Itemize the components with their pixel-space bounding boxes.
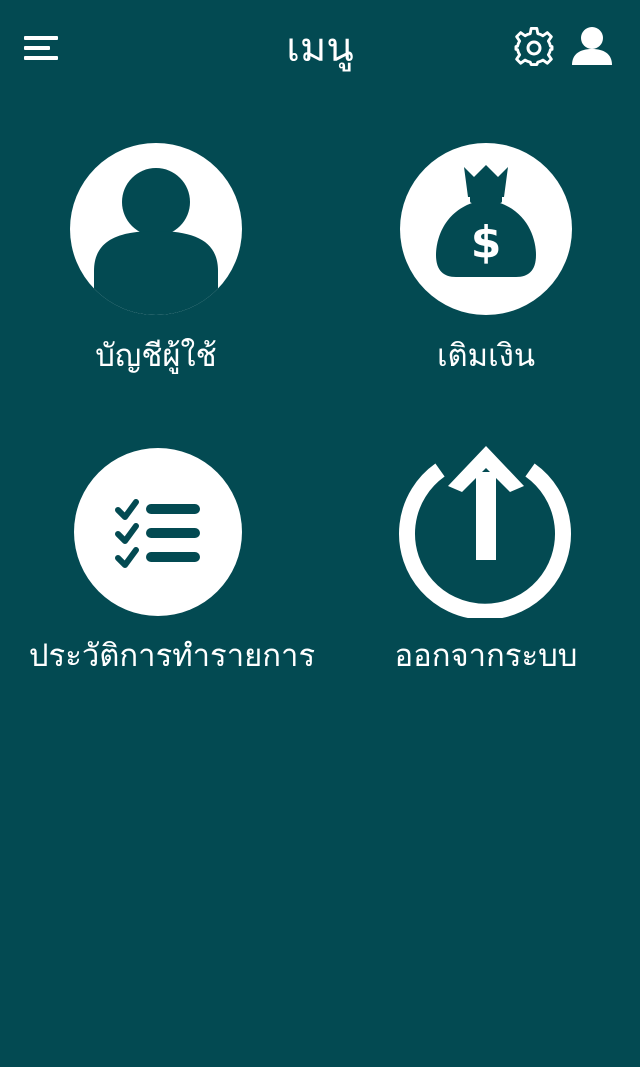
top-bar: เมนู [0, 0, 640, 96]
menu-item-history[interactable]: ประวัติการทำรายการ [0, 446, 320, 686]
svg-text:$: $ [471, 217, 502, 268]
menu-item-label: ประวัติการทำรายการ [28, 638, 316, 674]
menu-item-topup[interactable]: $ เติมเงิน [320, 140, 640, 390]
gear-icon[interactable] [513, 27, 555, 69]
user-circle-icon [70, 143, 242, 315]
menu-item-label: บัญชีผู้ใช้ [95, 338, 217, 374]
user-icon[interactable] [570, 24, 614, 68]
menu-item-label: เติมเงิน [436, 338, 536, 374]
power-icon [399, 446, 571, 618]
menu-item-account[interactable]: บัญชีผู้ใช้ [0, 140, 320, 390]
app-screen: เมนู บัญชีผู้ใช้ $ เติมเงิน ประวัติการทำ… [0, 0, 640, 1067]
menu-item-label: ออกจากระบบ [394, 638, 578, 674]
checklist-icon [74, 448, 242, 616]
menu-item-logout[interactable]: ออกจากระบบ [320, 446, 640, 686]
money-bag-icon: $ [400, 143, 572, 315]
